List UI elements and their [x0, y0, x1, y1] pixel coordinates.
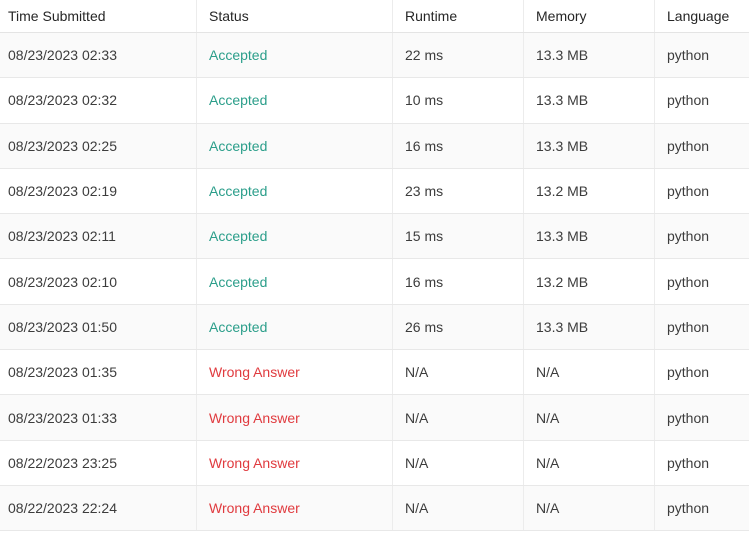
table-row[interactable]: 08/23/2023 02:11 Accepted 15 ms 13.3 MB pyth… — [0, 214, 749, 260]
submission-time: 08/22/2023 23:25 — [0, 440, 197, 485]
submission-status-link[interactable]: Wrong Answer — [197, 350, 393, 395]
submission-memory: 13.3 MB — [524, 304, 655, 350]
submission-status-link[interactable]: Wrong Answer — [197, 440, 393, 485]
submission-time: 08/23/2023 01:35 — [0, 350, 197, 395]
submission-language: python — [667, 273, 710, 290]
submission-runtime: N/A — [393, 485, 524, 531]
submission-status-link[interactable]: Accepted — [197, 123, 393, 168]
submission-memory: N/A — [524, 485, 655, 531]
submission-runtime: N/A — [393, 440, 524, 485]
submission-language: python — [667, 409, 710, 426]
submission-memory: 13.3 MB — [524, 214, 655, 259]
submission-runtime: 22 ms — [393, 33, 524, 78]
submission-runtime: 10 ms — [393, 78, 524, 123]
column-header-language: Language — [667, 8, 730, 24]
table-row[interactable]: 08/22/2023 22:24 Wrong Answer N/A N/A python — [0, 485, 749, 532]
table-row[interactable]: 08/23/2023 01:33 Wrong Answer N/A N/A python — [0, 395, 749, 441]
submission-memory: 13.3 MB — [524, 123, 655, 168]
table-header-row: Time Submitted Status Runtime Memory Lan… — [0, 0, 749, 33]
submission-time: 08/23/2023 01:33 — [0, 395, 197, 440]
submission-time: 08/23/2023 02:33 — [0, 33, 197, 78]
submission-time: 08/23/2023 02:11 — [0, 214, 197, 259]
table-row[interactable]: 08/23/2023 02:32 Accepted 10 ms 13.3 MB pyth… — [0, 78, 749, 124]
submissions-table: Time Submitted Status Runtime Memory Lan… — [0, 0, 749, 535]
table-row[interactable]: 08/23/2023 02:33 Accepted 22 ms 13.3 MB pyth… — [0, 33, 749, 79]
submission-language: python — [667, 183, 710, 200]
column-header-memory: Memory — [524, 0, 655, 32]
submission-runtime: 23 ms — [393, 168, 524, 214]
submission-time: 08/23/2023 02:19 — [0, 168, 197, 214]
table-row[interactable]: 08/23/2023 02:10 Accepted 16 ms 13.2 MB pyth… — [0, 259, 749, 305]
submission-memory: 13.3 MB — [524, 33, 655, 78]
submission-runtime: 16 ms — [393, 123, 524, 168]
submission-memory: N/A — [524, 395, 655, 440]
submission-language: python — [667, 137, 710, 154]
submission-time: 08/23/2023 02:25 — [0, 123, 197, 168]
submission-time: 08/23/2023 02:10 — [0, 259, 197, 304]
column-header-runtime: Runtime — [393, 0, 524, 32]
submission-runtime: 15 ms — [393, 214, 524, 259]
table-row[interactable]: 08/23/2023 01:50 Accepted 26 ms 13.3 MB pyth… — [0, 304, 749, 351]
submission-language: python — [667, 228, 710, 245]
table-row[interactable]: 08/23/2023 02:25 Accepted 16 ms 13.3 MB pyth… — [0, 123, 749, 169]
submission-language: python — [667, 364, 710, 381]
submission-memory: 13.3 MB — [524, 78, 655, 123]
submission-runtime: N/A — [393, 395, 524, 440]
submission-language: python — [667, 500, 710, 517]
submission-memory: N/A — [524, 440, 655, 485]
column-header-status: Status — [197, 0, 393, 32]
table-row[interactable]: 08/23/2023 01:35 Wrong Answer N/A N/A python — [0, 350, 749, 396]
submission-status-link[interactable]: Accepted — [197, 214, 393, 259]
submission-runtime: 26 ms — [393, 304, 524, 350]
submission-status-link[interactable]: Wrong Answer — [197, 395, 393, 440]
submission-language: python — [667, 47, 710, 64]
submission-language: python — [667, 454, 710, 471]
column-header-time-submitted: Time Submitted — [0, 0, 197, 32]
submission-status-link[interactable]: Accepted — [197, 168, 393, 214]
submission-time: 08/22/2023 22:24 — [0, 485, 197, 531]
submission-status-link[interactable]: Accepted — [197, 78, 393, 123]
submission-status-link[interactable]: Wrong Answer — [197, 485, 393, 531]
submission-time: 08/23/2023 02:32 — [0, 78, 197, 123]
submission-status-link[interactable]: Accepted — [197, 33, 393, 78]
table-row[interactable]: 08/23/2023 02:19 Accepted 23 ms 13.2 MB pyth… — [0, 168, 749, 215]
table-row[interactable]: 08/22/2023 23:25 Wrong Answer N/A N/A python — [0, 440, 749, 486]
submission-status-link[interactable]: Accepted — [197, 259, 393, 304]
submission-language: python — [667, 318, 710, 335]
submission-runtime: 16 ms — [393, 259, 524, 304]
submission-language: python — [667, 92, 710, 109]
submission-memory: 13.2 MB — [524, 259, 655, 304]
submission-memory: 13.2 MB — [524, 168, 655, 214]
submission-time: 08/23/2023 01:50 — [0, 304, 197, 350]
submission-memory: N/A — [524, 350, 655, 395]
table-body: 08/23/2023 02:33 Accepted 22 ms 13.3 MB pyth… — [0, 33, 749, 532]
submission-status-link[interactable]: Accepted — [197, 304, 393, 350]
submission-runtime: N/A — [393, 350, 524, 395]
